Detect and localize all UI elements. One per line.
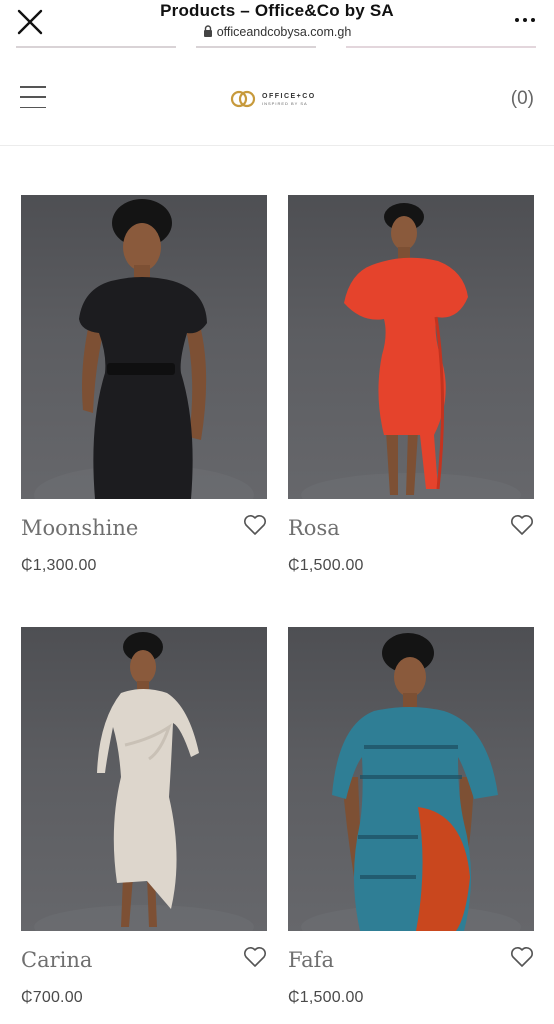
heart-icon[interactable] <box>510 946 534 968</box>
product-name[interactable]: Carina <box>21 948 92 972</box>
logo-tagline: INSPIRED BY SA <box>262 100 308 106</box>
product-image[interactable] <box>21 627 267 931</box>
lock-icon <box>203 25 213 40</box>
dress-shape <box>79 277 207 499</box>
site-header: OFFICE+CO INSPIRED BY SA (0) <box>0 52 554 146</box>
product-price: ₵700.00 <box>21 989 83 1006</box>
product-name[interactable]: Fafa <box>288 948 334 972</box>
dress-shape <box>344 257 468 489</box>
product-price: ₵1,500.00 <box>288 557 364 574</box>
product-image[interactable] <box>21 195 267 499</box>
browser-top-bar: Products – Office&Co by SA officeandcoby… <box>0 0 554 46</box>
cart-count[interactable]: (0) <box>511 88 534 110</box>
heart-icon[interactable] <box>510 514 534 536</box>
product-image[interactable] <box>288 195 534 499</box>
dress-shape <box>97 689 199 909</box>
product-price: ₵1,300.00 <box>21 557 97 574</box>
product-image[interactable] <box>288 627 534 931</box>
product-name[interactable]: Rosa <box>288 516 340 540</box>
heart-icon[interactable] <box>243 514 267 536</box>
more-options-icon[interactable] <box>510 8 540 32</box>
tab-strip <box>16 46 538 49</box>
product-name[interactable]: Moonshine <box>21 516 138 540</box>
browser-page-title: Products – Office&Co by SA <box>160 1 394 20</box>
heart-icon[interactable] <box>243 946 267 968</box>
logo-name: OFFICE+CO <box>262 92 316 100</box>
brand-logo[interactable]: OFFICE+CO INSPIRED BY SA <box>230 89 316 109</box>
url-text: officeandcobysa.com.gh <box>216 25 352 39</box>
product-price: ₵1,500.00 <box>288 989 364 1006</box>
menu-icon[interactable] <box>20 86 46 108</box>
browser-url[interactable]: officeandcobysa.com.gh <box>0 25 554 40</box>
logo-rings-icon <box>230 90 256 108</box>
